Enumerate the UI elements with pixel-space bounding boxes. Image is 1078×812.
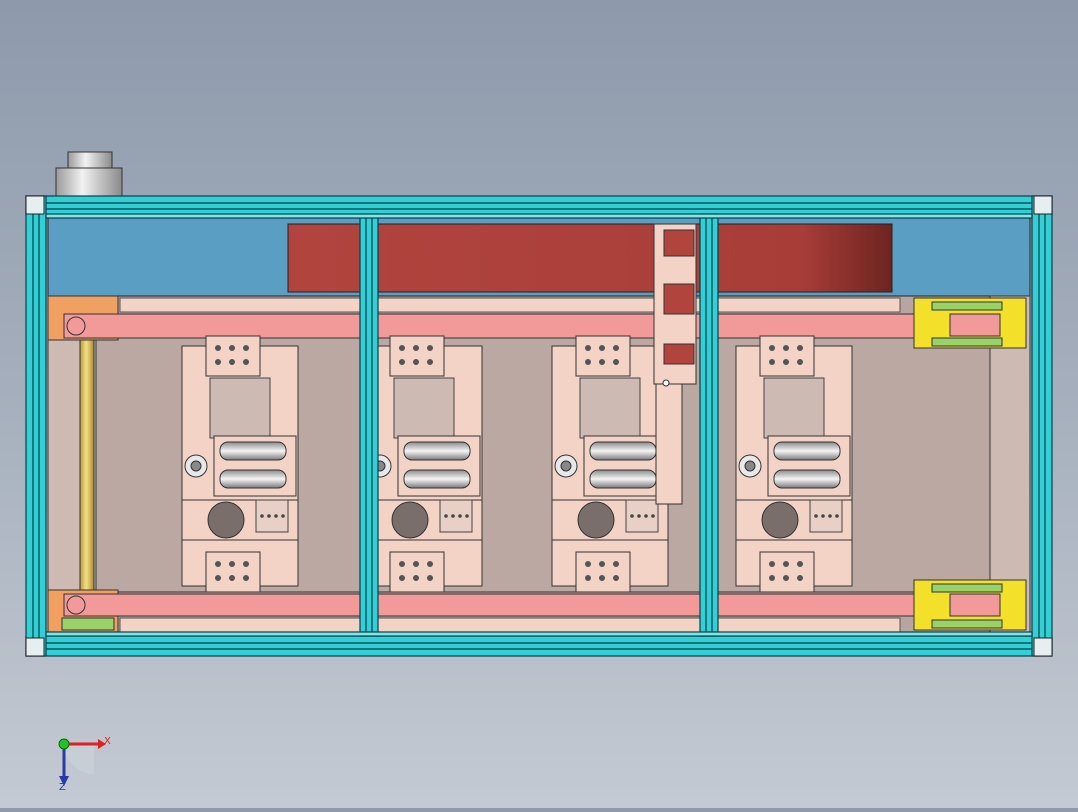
bottom-linear-rail	[63, 593, 1005, 633]
cad-viewport[interactable]: X Z	[0, 0, 1078, 808]
top-linear-rail	[63, 297, 1005, 339]
top-red-panel	[287, 223, 893, 293]
gripper-carriage-2	[365, 335, 483, 593]
gripper-carriage-3	[551, 335, 669, 593]
yellow-bracket-bottom-right	[913, 579, 1027, 631]
gripper-carriage-4	[735, 335, 853, 593]
yellow-bracket-top-right	[913, 297, 1027, 349]
z-axis-label: Z	[59, 782, 66, 793]
lead-screw-rod	[79, 335, 95, 595]
coordinate-triad[interactable]: X Z	[58, 736, 111, 793]
x-axis-label: X	[104, 736, 111, 747]
gripper-carriage-1	[181, 335, 299, 593]
